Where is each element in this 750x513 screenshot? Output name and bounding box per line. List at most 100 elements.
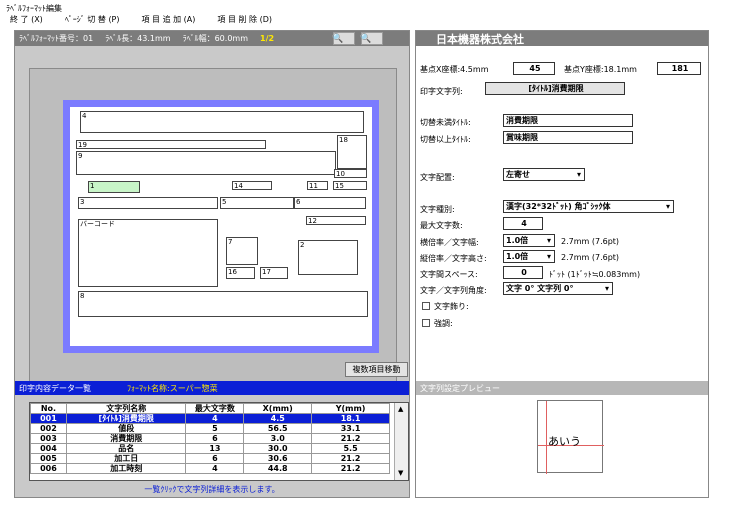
cell: 44.8 (243, 463, 313, 474)
menu-exit[interactable]: 終 了 (X) (10, 14, 43, 25)
label-width: ﾗﾍﾞﾙ幅：60.0mm (182, 34, 248, 43)
angle-select[interactable]: 文字 0° 文字列 0° (503, 282, 613, 295)
company-name: 日本機器株式会社 (416, 31, 708, 46)
before-title-label: 切替未満ﾀｲﾄﾙ: (420, 118, 471, 127)
label-area: 4 19 18 9 10 1 14 11 15 3 5 6 バーコード 12 7… (70, 107, 372, 346)
field-7[interactable]: 7 (226, 237, 258, 265)
emphasis-label: 強調: (434, 319, 453, 328)
char-space-input[interactable]: 0 (503, 266, 543, 279)
field-12[interactable]: 12 (306, 216, 366, 225)
cell: 品名 (65, 443, 187, 454)
col-no[interactable]: No. (30, 403, 67, 414)
after-title-label: 切替以上ﾀｲﾄﾙ: (420, 135, 471, 144)
field-2[interactable]: 2 (298, 240, 358, 275)
x-coord-label: 基点X座標:4.5mm (420, 65, 489, 74)
multi-move-button[interactable]: 複数項目移動 (345, 362, 408, 377)
col-max[interactable]: 最大文字数 (185, 403, 245, 414)
cell: [ﾀｲﾄﾙ]消費期限 (65, 413, 187, 424)
align-label: 文字配置: (420, 173, 455, 182)
table-row[interactable]: 003 消費期限 6 3.0 21.2 (30, 433, 390, 444)
ruby-checkbox[interactable] (422, 302, 430, 310)
table-row[interactable]: 005 加工日 6 30.6 21.2 (30, 453, 390, 464)
table-row[interactable]: 006 加工時刻 4 44.8 21.2 (30, 463, 390, 474)
max-chars-input[interactable]: 4 (503, 217, 543, 230)
cell: 33.1 (311, 423, 390, 434)
field-9[interactable]: 9 (76, 151, 336, 175)
window-title: ﾗﾍﾞﾙﾌｫｰﾏｯﾄ編集 (6, 4, 62, 13)
emphasis-checkbox[interactable] (422, 319, 430, 327)
cell: 4 (185, 463, 245, 474)
before-title-input[interactable]: 消費期限 (503, 114, 633, 127)
cell: 21.2 (311, 433, 390, 444)
align-select[interactable]: 左寄せ (503, 168, 585, 181)
h-ratio-label: 横倍率／文字幅: (420, 238, 479, 247)
cell: 006 (30, 463, 67, 474)
char-space-label: 文字間スペース: (420, 270, 478, 279)
field-16[interactable]: 16 (226, 267, 255, 279)
cell: 30.0 (243, 443, 313, 454)
field-1[interactable]: 1 (88, 181, 140, 193)
cell: 3.0 (243, 433, 313, 444)
cell: 6 (185, 433, 245, 444)
menu-add-item[interactable]: 項 目 追 加 (A) (142, 14, 196, 25)
cell: 21.2 (311, 453, 390, 464)
layout-panel: ﾗﾍﾞﾙﾌｫｰﾏｯﾄ番号：01 ﾗﾍﾞﾙ長：43.1mm ﾗﾍﾞﾙ幅：60.0m… (14, 30, 410, 498)
cell: 4.5 (243, 413, 313, 424)
table-row[interactable]: 002 値段 5 56.5 33.1 (30, 423, 390, 434)
string-preview: あいう (537, 400, 604, 474)
field-11[interactable]: 11 (307, 181, 328, 190)
y-coord-input[interactable]: 181 (657, 62, 701, 75)
zoom-out-button[interactable]: 🔍 (360, 32, 383, 45)
v-ratio-select[interactable]: 1.0倍 (503, 250, 555, 263)
v-ratio-note: 2.7mm (7.6pt) (561, 253, 620, 262)
table-row[interactable]: 001 [ﾀｲﾄﾙ]消費期限 4 4.5 18.1 (30, 413, 390, 424)
preview-text: あいう (548, 435, 581, 448)
scroll-down-icon[interactable]: ▼ (398, 469, 403, 477)
barcode-field[interactable]: バーコード (78, 219, 218, 287)
emphasis-option[interactable]: 強調: (422, 318, 453, 329)
menu-delete-item[interactable]: 項 目 削 除 (D) (217, 14, 272, 25)
field-8[interactable]: 8 (78, 291, 368, 317)
field-19[interactable]: 19 (76, 140, 266, 149)
label-length: ﾗﾍﾞﾙ長：43.1mm (105, 34, 171, 43)
cell: 18.1 (311, 413, 390, 424)
ruby-label: 文字飾り: (434, 302, 469, 311)
h-ratio-select[interactable]: 1.0倍 (503, 234, 555, 247)
print-string-value: [ﾀｲﾄﾙ]消費期限 (485, 82, 625, 95)
field-5[interactable]: 5 (220, 197, 294, 209)
preview-vertical-guide (546, 401, 547, 474)
list-header: 印字内容データ一覧 ﾌｫｰﾏｯﾄ名称:スーパー惣菜 (15, 381, 409, 395)
field-10[interactable]: 10 (334, 169, 367, 178)
zoom-in-button[interactable]: 🔍 (332, 32, 355, 45)
char-type-label: 文字種別: (420, 205, 455, 214)
table-row[interactable]: 004 品名 13 30.0 5.5 (30, 443, 390, 454)
field-3[interactable]: 3 (78, 197, 218, 209)
char-type-select[interactable]: 漢字(32*32ﾄﾞｯﾄ) 角ｺﾞｼｯｸ体 (503, 200, 674, 213)
field-17[interactable]: 17 (260, 267, 288, 279)
cell: 004 (30, 443, 67, 454)
h-ratio-note: 2.7mm (7.6pt) (561, 237, 620, 246)
menu-bar: 終 了 (X) ﾍﾟｰｼﾞ 切 替 (P) 項 目 追 加 (A) 項 目 削 … (10, 14, 294, 25)
field-15[interactable]: 15 (333, 181, 367, 190)
col-y[interactable]: Y(mm) (311, 403, 390, 414)
menu-page-switch[interactable]: ﾍﾟｰｼﾞ 切 替 (P) (65, 14, 120, 25)
list-title: 印字内容データ一覧 (19, 383, 91, 393)
col-x[interactable]: X(mm) (243, 403, 313, 414)
after-title-input[interactable]: 賞味期限 (503, 131, 633, 144)
cell: 消費期限 (65, 433, 187, 444)
scroll-up-icon[interactable]: ▲ (398, 405, 403, 413)
field-4[interactable]: 4 (80, 111, 364, 133)
data-table: No. 文字列名称 最大文字数 X(mm) Y(mm) 001 [ﾀｲﾄﾙ]消費… (29, 402, 409, 481)
x-coord-input[interactable]: 45 (513, 62, 555, 75)
field-18[interactable]: 18 (337, 135, 367, 169)
col-name[interactable]: 文字列名称 (65, 403, 187, 414)
zoom-in-icon: 🔍 (332, 33, 344, 44)
ruby-option[interactable]: 文字飾り: (422, 301, 469, 312)
cell: 002 (30, 423, 67, 434)
field-14[interactable]: 14 (232, 181, 272, 190)
format-number: ﾗﾍﾞﾙﾌｫｰﾏｯﾄ番号：01 (19, 34, 94, 43)
cell: 5.5 (311, 443, 390, 454)
table-scrollbar[interactable]: ▲ ▼ (394, 403, 408, 480)
field-6[interactable]: 6 (294, 197, 366, 209)
page-indicator: 1/2 (260, 34, 275, 43)
